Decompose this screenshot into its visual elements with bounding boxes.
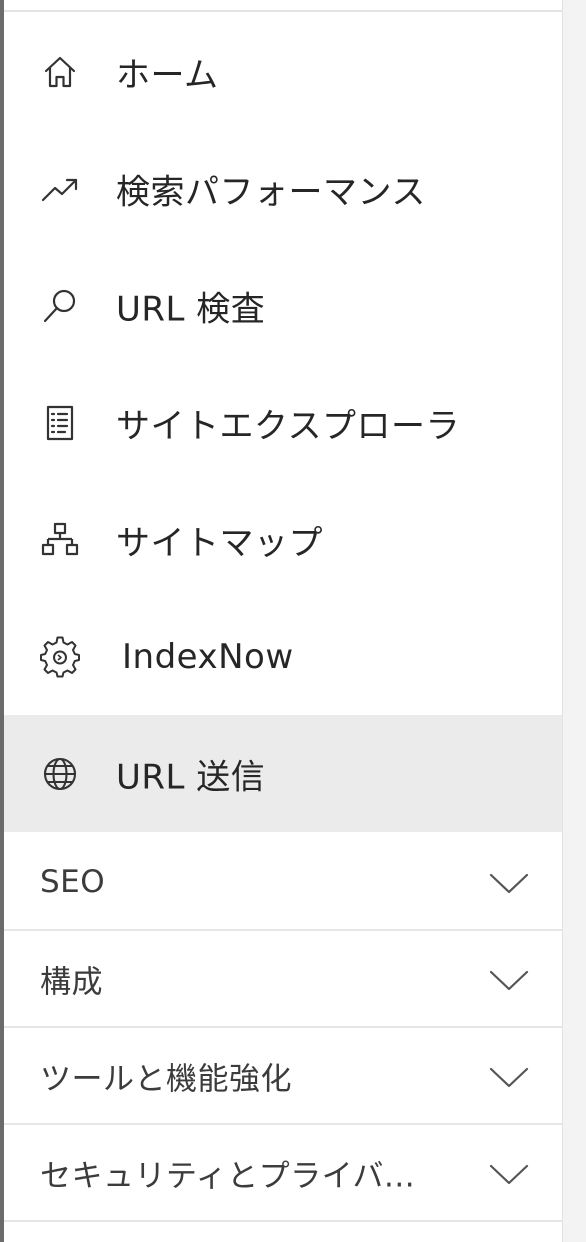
- search-icon: [38, 284, 82, 328]
- sidebar-item-search-performance[interactable]: 検索パフォーマンス: [4, 130, 562, 247]
- section-seo[interactable]: SEO: [4, 834, 562, 931]
- sidebar-item-indexnow[interactable]: IndexNow: [4, 598, 562, 715]
- sitemap-icon: [38, 518, 82, 562]
- sidebar-nav: ホーム 検索パフォーマンス URL 検査 サイトエクスプローラ サイトマップ I…: [0, 0, 562, 1242]
- home-icon: [38, 50, 82, 94]
- chevron-down-icon[interactable]: [488, 969, 530, 993]
- sidebar-item-label: IndexNow: [122, 636, 294, 677]
- section-security-privacy[interactable]: セキュリティとプライバ...: [4, 1125, 562, 1222]
- section-label: 構成: [40, 964, 103, 1000]
- section-label: SEO: [40, 863, 106, 900]
- document-list-icon: [38, 401, 82, 445]
- chevron-down-icon[interactable]: [488, 1066, 530, 1090]
- top-divider: [4, 10, 562, 12]
- section-label: セキュリティとプライバ...: [40, 1158, 416, 1194]
- sidebar-item-label: ホーム: [116, 55, 219, 95]
- content-edge: [562, 0, 586, 1242]
- sidebar-item-sitemaps[interactable]: サイトマップ: [4, 481, 562, 598]
- nav-list: ホーム 検索パフォーマンス URL 検査 サイトエクスプローラ サイトマップ I…: [4, 13, 562, 832]
- chevron-down-icon[interactable]: [488, 872, 530, 896]
- sidebar-item-url-inspection[interactable]: URL 検査: [4, 247, 562, 364]
- sidebar-item-label: URL 検査: [116, 289, 266, 329]
- sidebar-item-site-explorer[interactable]: サイトエクスプローラ: [4, 364, 562, 481]
- chevron-down-icon[interactable]: [488, 1163, 530, 1187]
- section-tools-enhancements[interactable]: ツールと機能強化: [4, 1028, 562, 1125]
- sidebar-item-home[interactable]: ホーム: [4, 13, 562, 130]
- globe-icon: [38, 752, 82, 796]
- sidebar-item-label: 検索パフォーマンス: [116, 172, 426, 212]
- sidebar-item-label: サイトマップ: [116, 523, 323, 563]
- sidebar-item-url-submission[interactable]: URL 送信: [4, 715, 562, 832]
- sidebar-item-label: サイトエクスプローラ: [116, 406, 460, 446]
- sidebar-item-label: URL 送信: [116, 757, 266, 797]
- navigation-frame: ホーム 検索パフォーマンス URL 検査 サイトエクスプローラ サイトマップ I…: [0, 0, 586, 1242]
- collapsible-section-list: SEO 構成 ツールと機能強化 セキュリティとプライバ...: [4, 834, 562, 1222]
- section-configuration[interactable]: 構成: [4, 931, 562, 1028]
- trending-up-icon: [38, 167, 82, 211]
- section-label: ツールと機能強化: [40, 1061, 292, 1097]
- gear-icon: [38, 635, 82, 679]
